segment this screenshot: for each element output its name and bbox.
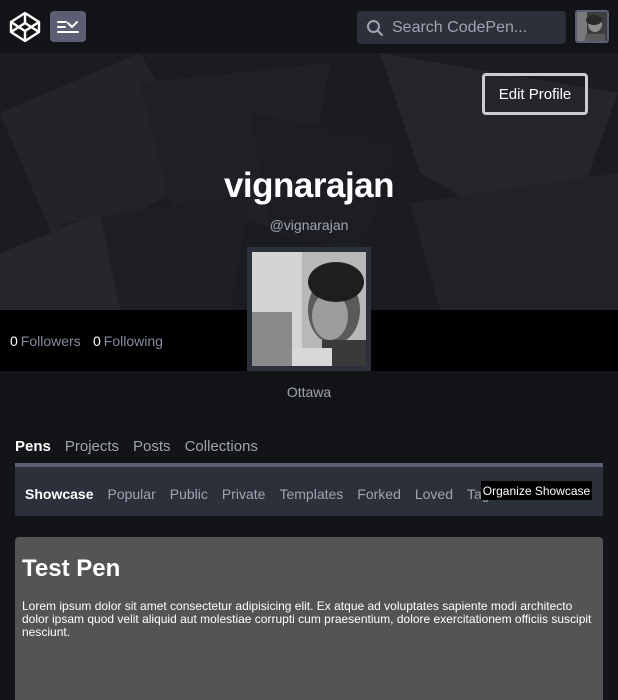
following-link[interactable]: 0 Following bbox=[93, 333, 163, 349]
subtab-public[interactable]: Public bbox=[170, 486, 208, 502]
pen-preview-card[interactable]: Test Pen Lorem ipsum dolor sit amet cons… bbox=[15, 537, 603, 700]
subtab-private[interactable]: Private bbox=[222, 486, 266, 502]
subtab-popular[interactable]: Popular bbox=[107, 486, 155, 502]
search-box[interactable] bbox=[357, 11, 566, 44]
profile-tabs: Pens Projects Posts Collections bbox=[15, 438, 258, 455]
profile-photo bbox=[247, 247, 371, 371]
search-input[interactable] bbox=[392, 18, 562, 37]
profile-username: @vignarajan bbox=[269, 217, 349, 233]
pen-description: Lorem ipsum dolor sit amet consectetur a… bbox=[22, 599, 592, 639]
tab-collections[interactable]: Collections bbox=[185, 438, 258, 455]
followers-count: 0 bbox=[10, 333, 18, 349]
subtab-showcase[interactable]: Showcase bbox=[25, 486, 93, 502]
tab-posts[interactable]: Posts bbox=[133, 438, 171, 455]
profile-display-name: vignarajan bbox=[223, 166, 395, 205]
search-icon bbox=[367, 19, 384, 36]
subtab-loved[interactable]: Loved bbox=[415, 486, 453, 502]
codepen-logo-icon[interactable] bbox=[9, 11, 41, 43]
subtab-templates[interactable]: Templates bbox=[279, 486, 343, 502]
pens-filter-bar: Showcase Popular Public Private Template… bbox=[15, 463, 603, 516]
top-navigation-bar bbox=[0, 0, 618, 53]
pen-title: Test Pen bbox=[22, 555, 121, 582]
user-avatar[interactable] bbox=[575, 10, 609, 43]
edit-profile-button[interactable]: Edit Profile bbox=[482, 73, 588, 115]
pens-subtabs: Showcase Popular Public Private Template… bbox=[25, 486, 497, 502]
tab-pens[interactable]: Pens bbox=[15, 438, 51, 455]
subtab-forked[interactable]: Forked bbox=[357, 486, 401, 502]
menu-icon bbox=[57, 20, 79, 33]
followers-link[interactable]: 0 Followers bbox=[10, 333, 81, 349]
menu-toggle-button[interactable] bbox=[50, 11, 86, 42]
tab-projects[interactable]: Projects bbox=[65, 438, 119, 455]
profile-photo-image bbox=[252, 252, 366, 366]
following-label: Following bbox=[103, 333, 163, 349]
profile-location: Ottawa bbox=[286, 384, 332, 400]
following-count: 0 bbox=[93, 333, 101, 349]
followers-label: Followers bbox=[20, 333, 81, 349]
organize-showcase-button[interactable]: Organize Showcase bbox=[481, 481, 592, 500]
